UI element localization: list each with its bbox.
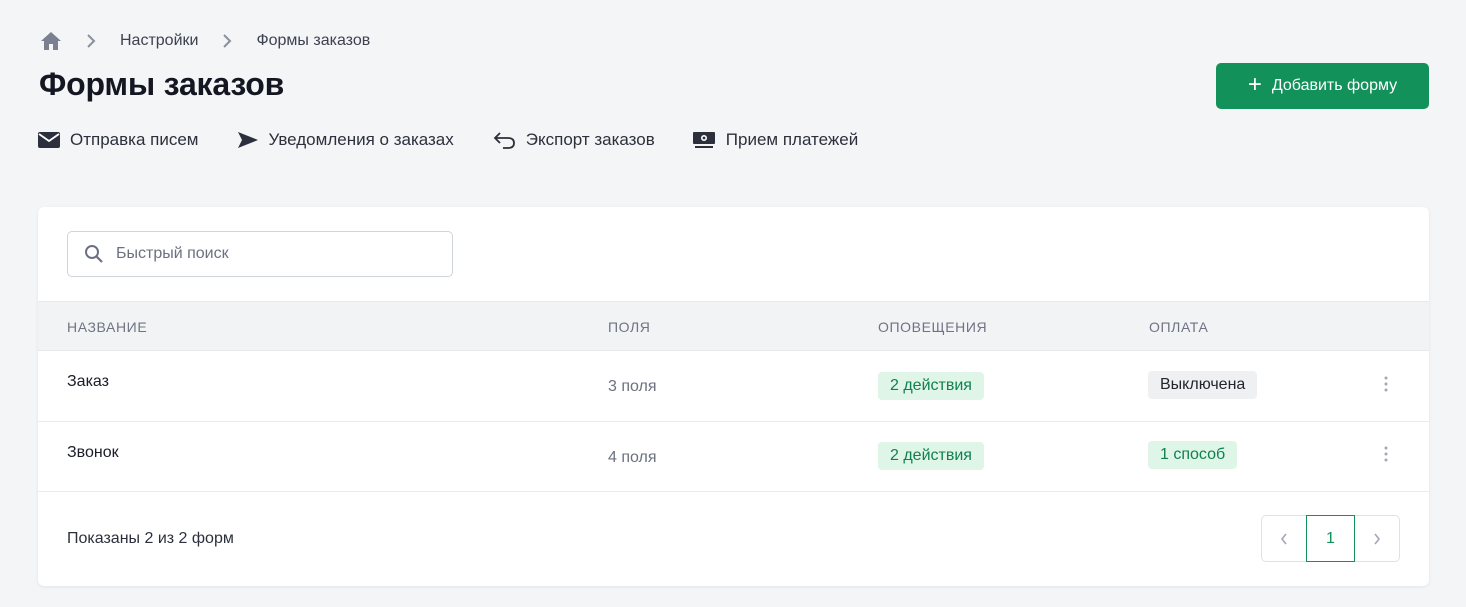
row-menu-icon[interactable] xyxy=(1376,372,1396,396)
column-header-notifications[interactable]: ОПОВЕЩЕНИЯ xyxy=(878,319,987,335)
forms-table-card: НАЗВАНИЕ ПОЛЯ ОПОВЕЩЕНИЯ ОПЛАТА Заказ 3 … xyxy=(38,207,1429,586)
action-email-sending[interactable]: Отправка писем xyxy=(38,130,199,150)
action-payment-acceptance[interactable]: Прием платежей xyxy=(692,130,858,150)
page-number-button[interactable]: 1 xyxy=(1306,515,1355,562)
add-form-button-label: Добавить форму xyxy=(1271,77,1398,94)
results-summary: Показаны 2 из 2 форм xyxy=(67,530,234,547)
table-header: НАЗВАНИЕ ПОЛЯ ОПОВЕЩЕНИЯ ОПЛАТА xyxy=(38,301,1429,351)
money-icon xyxy=(692,131,716,149)
search-box[interactable] xyxy=(67,231,453,277)
previous-page-button[interactable] xyxy=(1262,516,1306,561)
notifications-badge: 2 действия xyxy=(878,442,984,470)
table-row[interactable]: Звонок 4 поля 2 действия 1 способ xyxy=(38,422,1429,492)
table-row[interactable]: Заказ 3 поля 2 действия Выключена xyxy=(38,352,1429,422)
home-icon[interactable] xyxy=(40,31,62,51)
export-arrow-icon xyxy=(492,130,516,150)
chevron-right-icon xyxy=(84,34,98,48)
form-name[interactable]: Заказ xyxy=(67,373,109,391)
pagination: 1 xyxy=(1261,515,1400,562)
next-page-button[interactable] xyxy=(1355,516,1399,561)
send-icon xyxy=(237,131,259,149)
add-form-button[interactable]: + Добавить форму xyxy=(1216,63,1429,109)
action-order-export-label: Экспорт заказов xyxy=(525,130,655,149)
page-title: Формы заказов xyxy=(39,66,285,102)
chevron-right-icon xyxy=(220,34,234,48)
form-fields-count: 4 поля xyxy=(608,449,657,466)
row-menu-icon[interactable] xyxy=(1376,442,1396,466)
search-icon xyxy=(84,244,104,264)
action-order-notifications-label: Уведомления о заказах xyxy=(268,130,454,149)
form-fields-count: 3 поля xyxy=(608,378,657,395)
column-header-payment[interactable]: ОПЛАТА xyxy=(1149,319,1208,335)
search-input[interactable] xyxy=(116,245,416,263)
breadcrumb-settings[interactable]: Настройки xyxy=(120,32,198,50)
breadcrumb-current: Формы заказов xyxy=(256,32,371,49)
page: Настройки Формы заказов Формы заказов + … xyxy=(0,0,1466,607)
action-payment-acceptance-label: Прием платежей xyxy=(725,130,859,149)
payment-status-badge: 1 способ xyxy=(1148,441,1238,469)
actions-bar: Отправка писем Уведомления о заказах Экс… xyxy=(38,128,858,152)
action-email-sending-label: Отправка писем xyxy=(70,130,199,149)
action-order-export[interactable]: Экспорт заказов xyxy=(492,130,655,150)
plus-icon: + xyxy=(1247,71,1262,98)
form-name[interactable]: Звонок xyxy=(67,444,119,462)
payment-status-badge: Выключена xyxy=(1148,371,1258,399)
action-order-notifications[interactable]: Уведомления о заказах xyxy=(237,130,454,150)
breadcrumb: Настройки Формы заказов xyxy=(40,30,370,52)
notifications-badge: 2 действия xyxy=(878,372,984,400)
column-header-fields[interactable]: ПОЛЯ xyxy=(608,319,651,335)
column-header-name[interactable]: НАЗВАНИЕ xyxy=(67,319,147,335)
envelope-icon xyxy=(38,132,60,148)
